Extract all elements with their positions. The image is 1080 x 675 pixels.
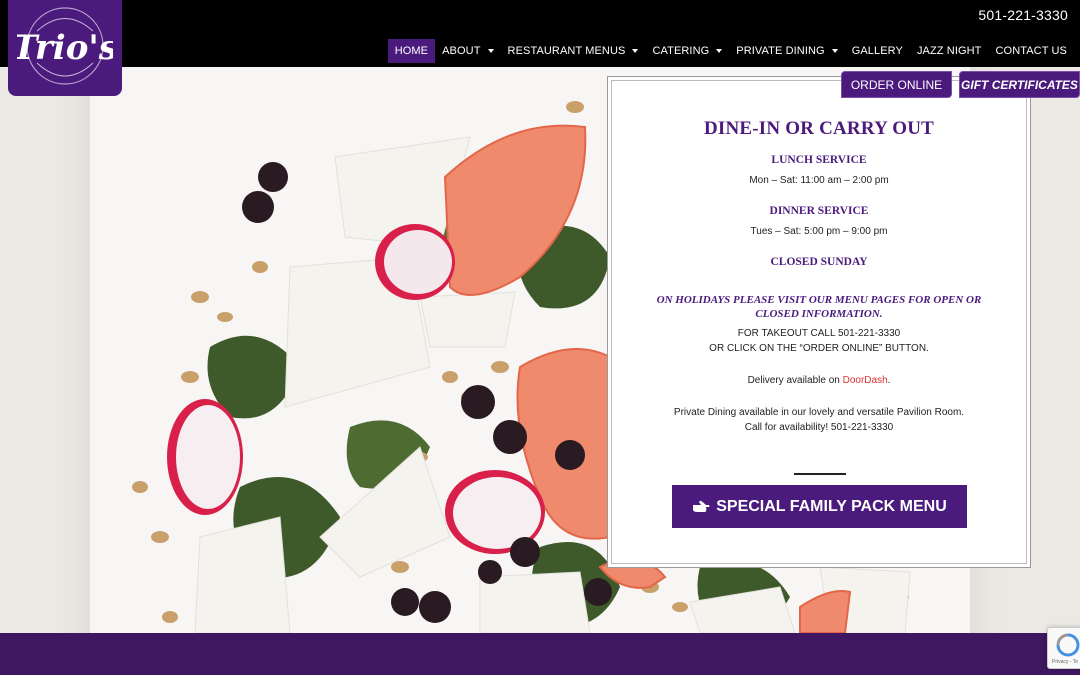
lunch-hours: Mon – Sat: 11:00 am – 2:00 pm: [749, 175, 889, 186]
nav-about-label: ABOUT: [442, 45, 481, 57]
nav-restaurant-menus[interactable]: RESTAURANT MENUS: [501, 39, 646, 63]
delivery-prefix: Delivery available on: [747, 375, 843, 386]
logo-emblem: Trio's: [17, 7, 113, 85]
chevron-down-icon: [716, 49, 723, 53]
nav-private-dining-label: PRIVATE DINING: [736, 45, 825, 57]
chevron-down-icon: [831, 49, 838, 53]
family-pack-button[interactable]: SPECIAL FAMILY PACK MENU: [672, 485, 967, 528]
header-phone[interactable]: 501-221-3330: [978, 7, 1068, 23]
nav-home-label: HOME: [394, 45, 429, 57]
recaptcha-text: Privacy - Te: [1052, 659, 1079, 665]
doordash-link[interactable]: DoorDash: [843, 375, 888, 386]
dinner-heading: DINNER SERVICE: [769, 205, 869, 217]
order-line: OR CLICK ON THE “ORDER ONLINE” BUTTON.: [709, 343, 929, 354]
nav-contact-us[interactable]: CONTACT US: [989, 39, 1075, 63]
gift-certificates-button[interactable]: GIFT CERTIFICATES: [959, 71, 1080, 98]
nav-catering[interactable]: CATERING: [645, 39, 729, 63]
delivery-line: Delivery available on DoorDash.: [612, 375, 1026, 386]
footer-bar: [0, 633, 1080, 675]
private-dining-line: Private Dining available in our lovely a…: [673, 407, 965, 418]
holiday-notice: ON HOLIDAYS PLEASE VISIT OUR MENU PAGES …: [656, 294, 982, 320]
delivery-suffix: .: [887, 375, 891, 386]
logo-text: Trio's: [17, 28, 113, 68]
card-title: DINE-IN OR CARRY OUT: [703, 118, 935, 139]
nav-contact-us-label: CONTACT US: [995, 45, 1067, 57]
nav-about[interactable]: ABOUT: [435, 39, 500, 63]
site-logo[interactable]: Trio's: [8, 0, 122, 96]
nav-restaurant-menus-label: RESTAURANT MENUS: [507, 45, 626, 57]
nav-home[interactable]: HOME: [387, 39, 436, 63]
hand-pointer-icon: [693, 500, 710, 512]
hours-card: DINE-IN OR CARRY OUT LUNCH SERVICE Mon –…: [611, 80, 1027, 564]
takeout-line: FOR TAKEOUT CALL 501-221-3330: [737, 328, 901, 339]
recaptcha-icon: [1056, 633, 1080, 657]
lunch-heading: LUNCH SERVICE: [771, 154, 867, 166]
nav-jazz-night-label: JAZZ NIGHT: [916, 45, 982, 57]
recaptcha-badge[interactable]: Privacy - Te: [1047, 627, 1080, 669]
site-header: 501-221-3330 HOME ABOUT RESTAURANT MENUS…: [0, 0, 1080, 67]
nav-gallery-label: GALLERY: [851, 45, 903, 57]
availability-line: Call for availability! 501-221-3330: [744, 422, 894, 433]
nav-private-dining[interactable]: PRIVATE DINING: [729, 39, 844, 63]
dinner-hours: Tues – Sat: 5:00 pm – 9:00 pm: [750, 226, 888, 237]
family-pack-label: SPECIAL FAMILY PACK MENU: [716, 497, 947, 515]
nav-catering-label: CATERING: [652, 45, 710, 57]
order-online-button[interactable]: ORDER ONLINE: [841, 71, 952, 98]
main-nav: HOME ABOUT RESTAURANT MENUS CATERING PRI…: [387, 39, 1075, 63]
chevron-down-icon: [487, 49, 494, 53]
nav-gallery[interactable]: GALLERY: [845, 39, 910, 63]
nav-jazz-night[interactable]: JAZZ NIGHT: [910, 39, 989, 63]
divider: [794, 473, 846, 475]
closed-sunday: CLOSED SUNDAY: [770, 256, 868, 268]
chevron-down-icon: [632, 49, 639, 53]
